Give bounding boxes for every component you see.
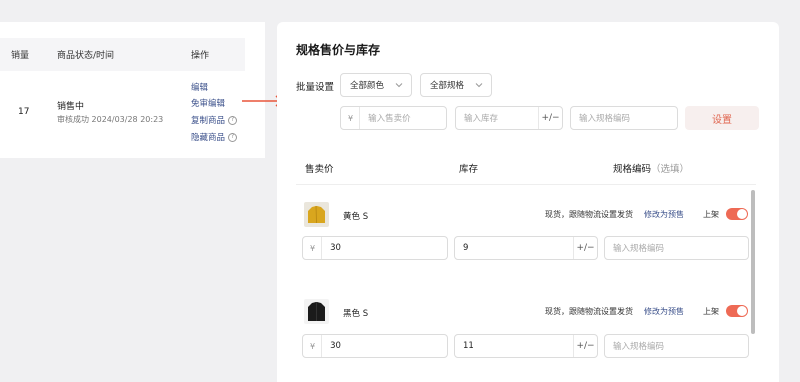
sku-stock-value: 11 [463,341,474,351]
color-select[interactable]: 全部颜色 [340,73,412,97]
product-status: 销售中 [57,102,85,112]
review-time: 审核成功 2024/03/28 20:23 [57,115,164,124]
edit-link[interactable]: 编辑 [191,81,208,93]
chevron-down-icon [395,83,403,88]
help-icon[interactable]: ? [228,115,238,125]
col-code-optional: （选填） [651,164,690,175]
plus-minus-icon[interactable]: +∕− [573,335,597,357]
spec-select-value: 全部规格 [430,81,465,91]
code-placeholder: 输入规格编码 [613,244,665,254]
on-shelf-label: 上架 [703,210,719,219]
sku-stock-input[interactable]: 11 +∕− [454,334,598,358]
col-code-label: 规格编码 [613,164,652,175]
color-select-value: 全部颜色 [350,81,385,91]
yellow-jacket-image [304,202,329,227]
change-to-presale-link[interactable]: 修改为预售 [644,306,684,317]
sku-price-value: 30 [330,341,341,351]
col-stock: 库存 [459,164,479,175]
exempt-edit-link[interactable]: 免审编辑 [191,97,225,109]
currency-prefix: ¥ [303,335,323,357]
edit-link-label: 编辑 [191,83,209,93]
set-button[interactable]: 设置 [685,106,759,130]
help-icon[interactable]: ? [228,132,238,142]
code-placeholder: 输入规格编码 [613,342,665,352]
code-placeholder: 输入规格编码 [579,114,631,124]
header-sales: 销量 [11,51,30,61]
sku-code-input[interactable]: 输入规格编码 [604,236,749,260]
copy-product-link-label: 复制商品 [191,116,226,126]
on-shelf-label: 上架 [703,307,719,316]
divider [296,184,756,185]
spec-price-stock-panel: 规格售价与库存 批量设置 全部颜色 全部规格 ¥ 输入售卖价 输入库存 +∕− … [277,22,779,382]
scrollbar[interactable] [751,190,755,334]
copy-product-link[interactable]: 复制商品? [191,114,238,126]
sku-ship-text: 现货，跟随物流设置发货 [545,307,633,316]
chevron-down-icon [475,83,483,88]
hide-product-link[interactable]: 隐藏商品? [191,131,238,143]
sku-price-value: 30 [330,243,341,253]
header-status-time: 商品状态/时间 [57,51,115,61]
black-jacket-image [304,299,329,324]
sales-count: 17 [18,107,30,117]
batch-code-input[interactable]: 输入规格编码 [570,106,678,130]
sku-stock-value: 9 [463,243,469,253]
batch-price-input[interactable]: ¥ 输入售卖价 [340,106,447,130]
panel-title: 规格售价与库存 [296,43,381,57]
currency-prefix: ¥ [303,237,323,259]
sku-code-input[interactable]: 输入规格编码 [604,334,749,358]
plus-minus-icon[interactable]: +∕− [538,107,562,129]
stock-placeholder: 输入库存 [464,114,499,124]
spec-select[interactable]: 全部规格 [420,73,492,97]
sku-price-input[interactable]: ¥ 30 [302,334,448,358]
sku-stock-input[interactable]: 9 +∕− [454,236,598,260]
change-to-presale-link[interactable]: 修改为预售 [644,209,684,220]
col-price: 售卖价 [305,164,334,175]
header-actions: 操作 [191,51,210,61]
sku-ship-text: 现货，跟随物流设置发货 [545,210,633,219]
currency-prefix: ¥ [341,107,361,129]
exempt-edit-link-label: 免审编辑 [191,99,226,109]
sku-name: 黄色 S [343,212,369,222]
batch-stock-input[interactable]: 输入库存 +∕− [455,106,563,130]
sku-price-input[interactable]: ¥ 30 [302,236,448,260]
col-code: 规格编码（选填） [613,161,689,175]
batch-setting-label: 批量设置 [296,82,335,93]
on-shelf-toggle[interactable] [726,305,748,317]
sku-name: 黑色 S [343,309,369,319]
hide-product-link-label: 隐藏商品 [191,133,226,143]
product-table-card: 销量 商品状态/时间 操作 17 销售中 审核成功 2024/03/28 20:… [0,22,265,158]
price-placeholder: 输入售卖价 [368,114,411,124]
plus-minus-icon[interactable]: +∕− [573,237,597,259]
on-shelf-toggle[interactable] [726,208,748,220]
